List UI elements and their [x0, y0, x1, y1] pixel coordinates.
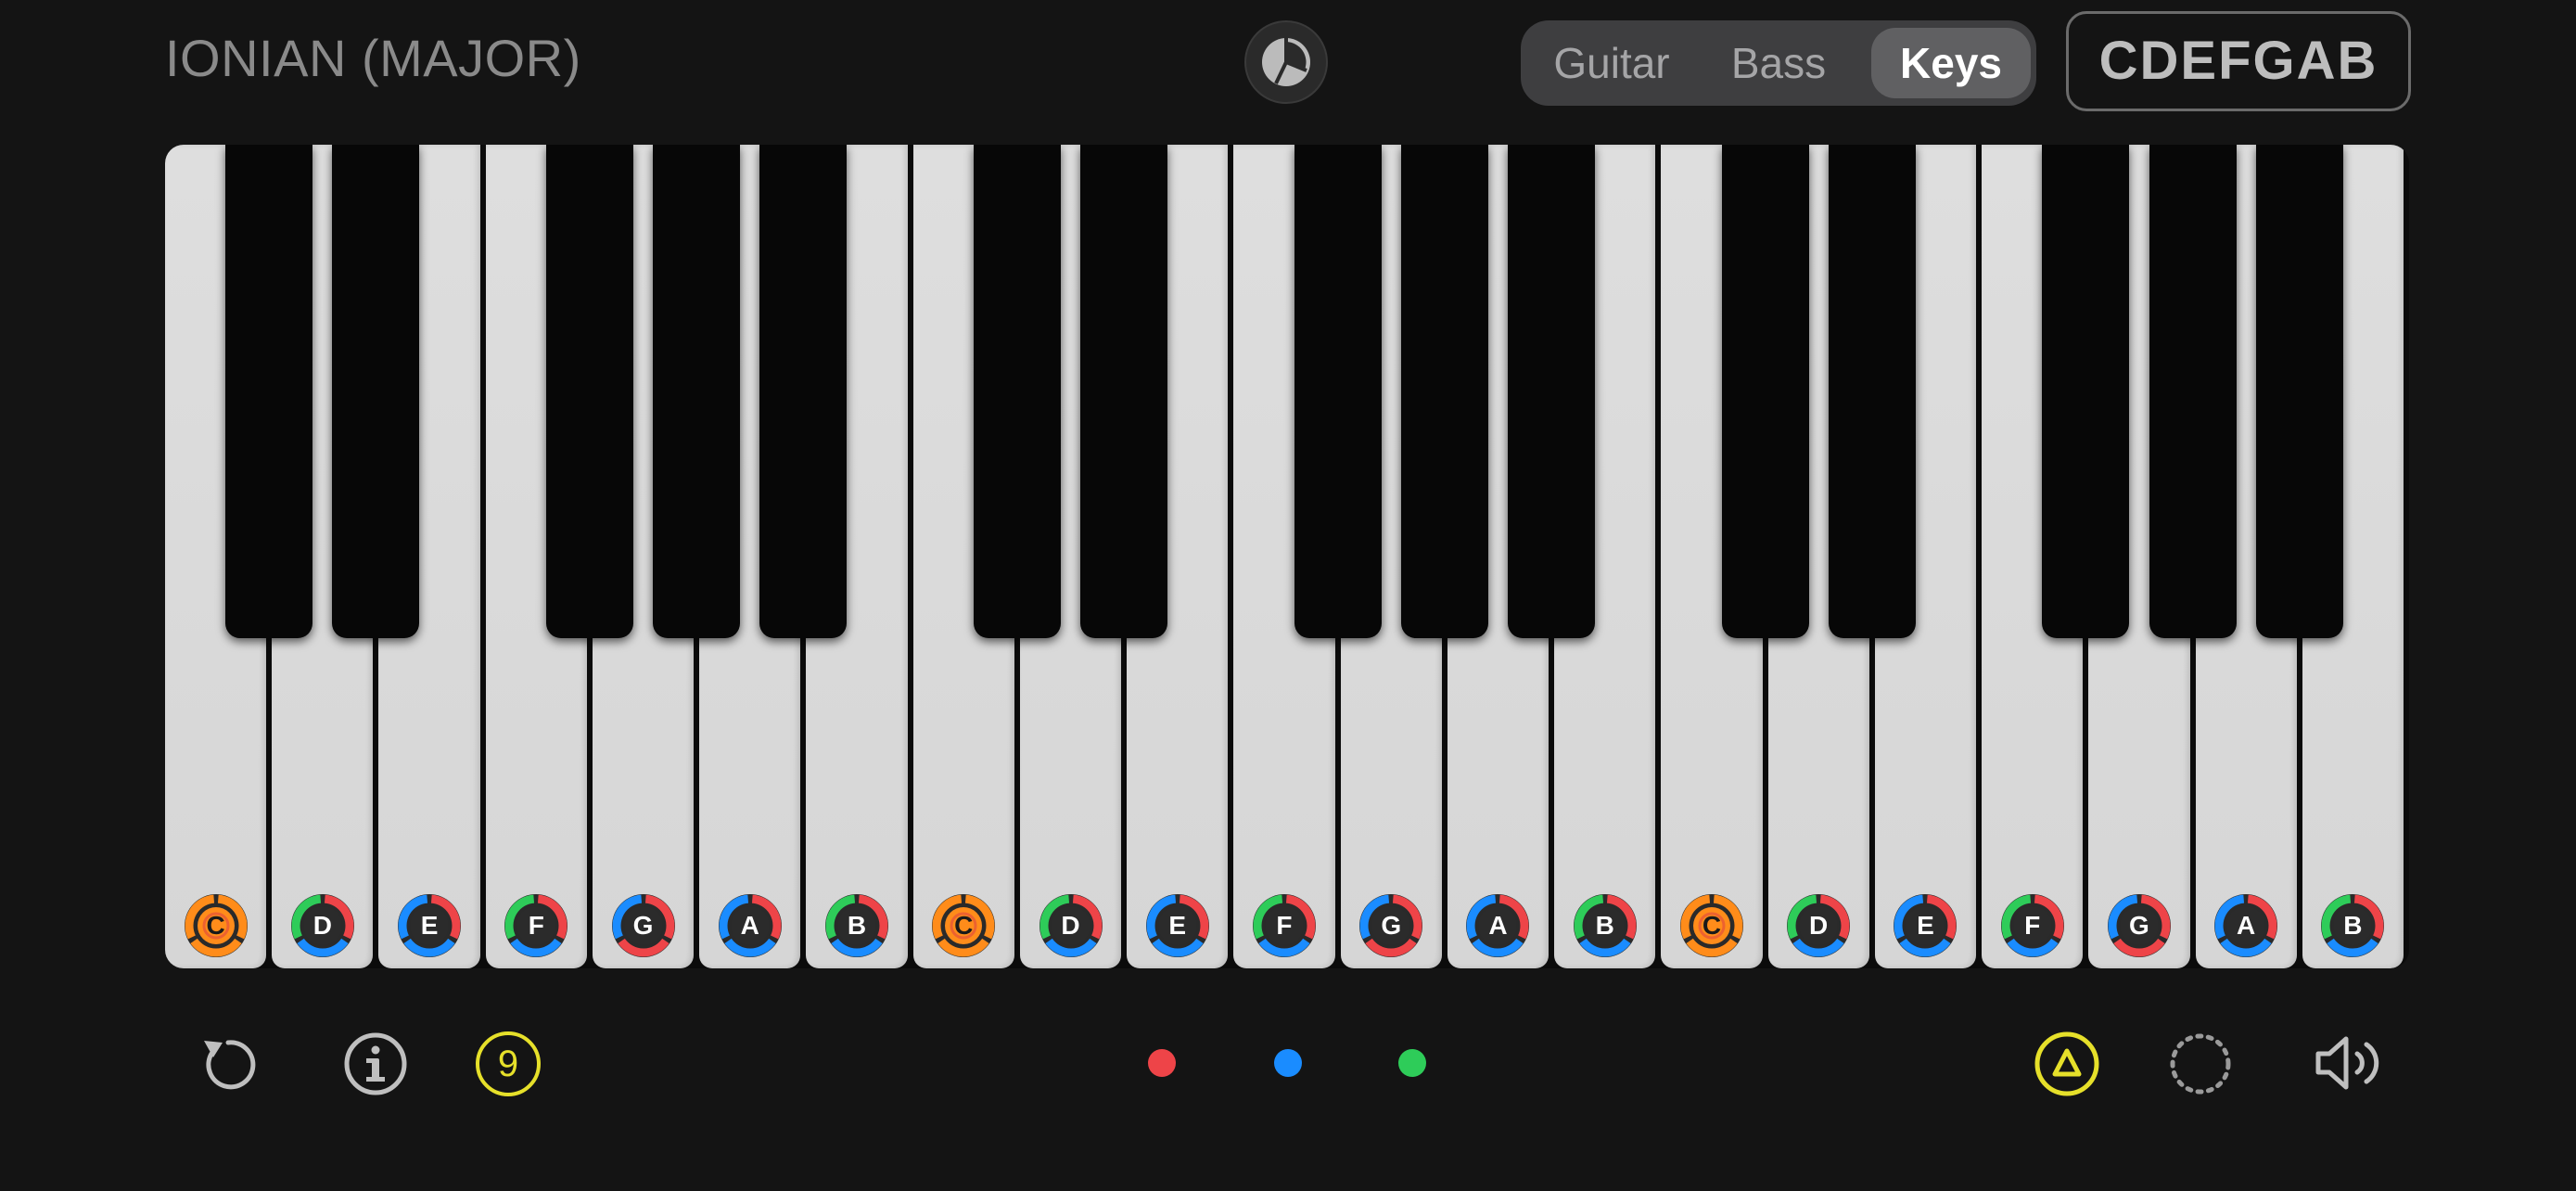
note-label: E: [1168, 911, 1187, 940]
black-key[interactable]: [225, 145, 313, 638]
note-label: B: [1595, 911, 1614, 940]
note-label: A: [1488, 911, 1508, 940]
scale-title: IONIAN (MAJOR): [165, 29, 581, 87]
note-badge: B: [1572, 892, 1639, 959]
note-label: E: [1917, 911, 1934, 940]
note-label: B: [2343, 911, 2363, 940]
note-badge: F: [503, 892, 569, 959]
note-label: A: [740, 911, 759, 940]
black-key[interactable]: [1508, 145, 1596, 638]
black-key[interactable]: [759, 145, 848, 638]
circle-mode-button[interactable]: [2166, 1030, 2235, 1103]
note-label: E: [420, 911, 439, 940]
dotted-circle-icon: [2170, 1033, 2231, 1095]
note-badge: G: [610, 892, 677, 959]
speaker-icon: [2315, 1036, 2379, 1090]
color-dot-green[interactable]: [1398, 1049, 1426, 1077]
note-badge: E: [1144, 892, 1211, 959]
color-dot-red[interactable]: [1148, 1049, 1176, 1077]
note-label: D: [1061, 911, 1080, 940]
sound-button[interactable]: [2311, 1028, 2389, 1103]
note-badge: B: [2319, 892, 2386, 959]
black-key[interactable]: [1721, 145, 1809, 638]
note-label: G: [2129, 911, 2149, 940]
note-badge: D: [289, 892, 356, 959]
note-badge: A: [1464, 892, 1531, 959]
note-label: C: [206, 911, 225, 940]
note-label: B: [847, 911, 867, 940]
note-names-button[interactable]: CDEFGAB: [2066, 11, 2411, 111]
info-icon: [344, 1032, 407, 1095]
note-label: F: [528, 911, 544, 940]
tab-keys[interactable]: Keys: [1871, 28, 2031, 98]
note-badge: D: [1038, 892, 1104, 959]
note-label: G: [1381, 911, 1402, 940]
triad-button[interactable]: [2033, 1030, 2101, 1103]
triangle-icon: [2034, 1031, 2099, 1096]
note-label: A: [2237, 911, 2256, 940]
info-button[interactable]: [341, 1030, 410, 1103]
black-key[interactable]: [2255, 145, 2343, 638]
note-badge: E: [1892, 892, 1958, 959]
count-badge[interactable]: 9: [476, 1031, 541, 1096]
note-label: D: [312, 911, 332, 940]
black-key[interactable]: [1080, 145, 1168, 638]
note-label: F: [1276, 911, 1293, 940]
pie-chart-icon: [1262, 38, 1310, 86]
tab-guitar[interactable]: Guitar: [1530, 28, 1693, 98]
note-badge: F: [1251, 892, 1318, 959]
note-badge: F: [1999, 892, 2066, 959]
black-key[interactable]: [332, 145, 420, 638]
note-badge: D: [1785, 892, 1852, 959]
black-key[interactable]: [2149, 145, 2237, 638]
black-key[interactable]: [1400, 145, 1488, 638]
note-badge: C: [1678, 892, 1745, 959]
note-label: G: [632, 911, 654, 940]
black-key[interactable]: [2042, 145, 2130, 638]
note-label: C: [1702, 911, 1722, 940]
reset-button[interactable]: [191, 1028, 261, 1103]
black-key[interactable]: [653, 145, 741, 638]
black-key[interactable]: [545, 145, 633, 638]
chart-mode-button[interactable]: [1244, 20, 1328, 104]
note-badge: C: [930, 892, 997, 959]
note-label: D: [1809, 911, 1829, 940]
black-key[interactable]: [973, 145, 1061, 638]
instrument-switch: Guitar Bass Keys: [1521, 20, 2036, 106]
black-key[interactable]: [1828, 145, 1916, 638]
note-label: C: [954, 911, 974, 940]
reset-icon: [204, 1040, 256, 1090]
note-badge: C: [183, 892, 249, 959]
note-label: F: [2024, 911, 2041, 940]
color-dot-blue[interactable]: [1274, 1049, 1302, 1077]
note-badge: G: [1358, 892, 1424, 959]
piano-keyboard: CDEFGABCDEFGABCDEFGAB: [165, 145, 2409, 968]
note-badge: E: [396, 892, 463, 959]
note-badge: B: [823, 892, 890, 959]
note-badge: A: [717, 892, 784, 959]
note-badge: A: [2213, 892, 2279, 959]
tab-bass[interactable]: Bass: [1697, 28, 1860, 98]
black-key[interactable]: [1294, 145, 1382, 638]
note-badge: G: [2106, 892, 2173, 959]
